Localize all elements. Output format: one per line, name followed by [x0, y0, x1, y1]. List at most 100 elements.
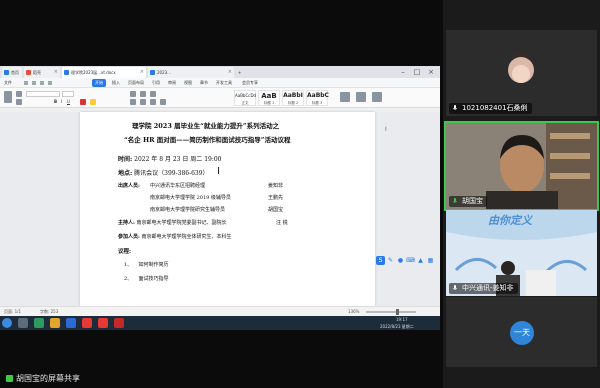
wechat-icon[interactable] [34, 318, 44, 328]
tab-home[interactable]: 首页 [2, 67, 22, 78]
zoom-slider-handle[interactable] [396, 309, 399, 315]
tab-other-doc[interactable]: 2023... × [148, 67, 234, 78]
close-window-button[interactable]: × [424, 66, 438, 78]
new-tab-button[interactable]: + [236, 67, 246, 78]
meeting-window: 首页 稻壳 × 理学院2023届...xt.docx × 2023... × +… [0, 0, 600, 388]
menu-start[interactable]: 开始 [92, 79, 106, 87]
wps-pdf-icon[interactable] [98, 318, 108, 328]
font-family-select[interactable] [26, 91, 60, 97]
redo-icon[interactable] [48, 81, 52, 85]
align-center-icon[interactable] [140, 99, 146, 105]
wps-icon[interactable] [82, 318, 92, 328]
participant-tile[interactable]: 由你定义 中兴通讯-姜知非 [446, 210, 597, 296]
participant-tile-active[interactable]: 胡国宝 [444, 121, 599, 211]
menu-reference[interactable]: 引用 [152, 78, 160, 88]
place-value: 腾讯会议（399-386-639） [134, 170, 209, 177]
zoom-slider[interactable] [366, 311, 416, 313]
minimize-button[interactable]: – [396, 66, 410, 78]
menu-member[interactable]: 会员专享 [242, 78, 258, 88]
style-normal[interactable]: AaBbCcDd 正文 [234, 90, 256, 106]
align-right-icon[interactable] [150, 99, 156, 105]
shirt-icon[interactable]: ▲ [416, 256, 425, 265]
participant-name-bar: 中兴通讯-姜知非 [449, 283, 518, 294]
document-page[interactable]: 理学院 2023 届毕业生“就业能力提升”系列活动之 “名企 HR 面对面——简… [80, 112, 375, 306]
screen-share-icon [6, 375, 13, 382]
style-heading-3[interactable]: AaBbC 标题 3 [306, 90, 329, 106]
text-cursor [218, 167, 219, 174]
floating-toolbar: S ✎ ● ⌨ ▲ ▦ [376, 254, 440, 266]
wps-menu-bar: 文件 开始 插入 页面布局 引用 审阅 视图 章节 开发工具 会员专享 [0, 78, 440, 88]
style-caption: 标题 2 [287, 101, 299, 105]
menu-developer[interactable]: 开发工具 [216, 78, 232, 88]
menu-section[interactable]: 章节 [200, 78, 208, 88]
participant-name: 中兴通讯-姜知非 [462, 284, 514, 292]
menu-insert[interactable]: 插入 [112, 78, 120, 88]
mic-icon [452, 105, 458, 110]
justify-icon[interactable] [160, 99, 166, 105]
explorer-icon[interactable] [18, 318, 28, 328]
clock-date[interactable]: 2022/8/23 星期二 [380, 323, 414, 330]
highlight-icon[interactable] [90, 99, 96, 105]
align-left-icon[interactable] [130, 99, 136, 105]
agenda-text: 面试技巧指导 [138, 276, 169, 282]
attendee-name: 姜知非 [268, 183, 284, 189]
font-color-icon[interactable] [80, 99, 86, 105]
find-replace-icon[interactable] [340, 92, 350, 102]
numbered-list-icon[interactable] [140, 91, 146, 97]
layout-icon[interactable] [372, 92, 382, 102]
word-count: 字数: 253 [40, 309, 59, 314]
style-heading-1[interactable]: AaB 标题 1 [258, 90, 280, 106]
tab-label: 稻壳 [33, 70, 41, 75]
select-icon[interactable] [356, 92, 366, 102]
indent-icon[interactable] [150, 91, 156, 97]
font-size-select[interactable] [62, 91, 74, 97]
underline-button[interactable]: U [67, 99, 70, 104]
save-icon[interactable] [24, 81, 28, 85]
menu-file[interactable]: 文件 [4, 78, 12, 88]
agenda-item: 2、 面试技巧指导 [124, 275, 169, 282]
participant-name-bar: 胡国宝 [449, 196, 487, 207]
print-icon[interactable] [32, 81, 36, 85]
bold-button[interactable]: B [54, 99, 57, 104]
cut-icon[interactable] [16, 91, 22, 97]
app-icon[interactable] [114, 318, 124, 328]
menu-view[interactable]: 视图 [184, 78, 192, 88]
folder-icon[interactable] [50, 318, 60, 328]
wps-assistant-icon[interactable]: S [376, 256, 385, 265]
pen-icon[interactable]: ✎ [386, 256, 395, 265]
participant-tile[interactable]: 1021082401石桑俐 [446, 30, 597, 116]
grid-icon[interactable]: ▦ [426, 256, 435, 265]
participant-tile[interactable]: 一天 [446, 297, 597, 367]
agenda-text: 如何制作简历 [138, 262, 169, 268]
host-name: 汪 锐 [276, 220, 288, 226]
undo-icon[interactable] [40, 81, 44, 85]
close-icon[interactable]: × [140, 67, 144, 78]
tab-docer[interactable]: 稻壳 × [24, 67, 60, 78]
mic-icon[interactable]: ● [396, 256, 405, 265]
time-value: 2022 年 8 月 23 日 周二 19:00 [134, 156, 222, 163]
menu-review[interactable]: 审阅 [168, 78, 176, 88]
paste-icon[interactable] [4, 91, 12, 103]
maximize-button[interactable]: □ [410, 66, 424, 78]
mic-icon [452, 198, 458, 203]
keyboard-icon[interactable]: ⌨ [406, 256, 415, 265]
close-icon[interactable]: × [228, 67, 232, 78]
windows-taskbar: 19:17 2022/8/23 星期二 [0, 316, 440, 330]
copy-icon[interactable] [16, 99, 22, 105]
menu-layout[interactable]: 页面布局 [128, 78, 144, 88]
attendee-name: 胡国宝 [268, 207, 284, 213]
attendee-org: 中兴通讯华东区招聘经理 [150, 183, 206, 189]
style-heading-2[interactable]: AaBbI 标题 2 [282, 90, 304, 106]
doc-title-line-1: 理学院 2023 届毕业生“就业能力提升”系列活动之 [132, 122, 280, 130]
close-icon[interactable]: × [54, 67, 58, 78]
start-icon[interactable] [2, 318, 12, 328]
screen-share-owner: 胡国宝的屏幕共享 [16, 374, 80, 383]
doc-place: 地点: 腾讯会议（399-386-639） [118, 168, 209, 177]
clock-time[interactable]: 19:17 [396, 316, 408, 323]
italic-button[interactable]: I [61, 99, 62, 104]
document-area: 理学院 2023 届毕业生“就业能力提升”系列活动之 “名企 HR 面对面——简… [0, 112, 440, 306]
tab-current-doc[interactable]: 理学院2023届...xt.docx × [62, 67, 146, 78]
bullet-list-icon[interactable] [130, 91, 136, 97]
time-label: 时间: [118, 156, 133, 163]
browser-icon[interactable] [66, 318, 76, 328]
